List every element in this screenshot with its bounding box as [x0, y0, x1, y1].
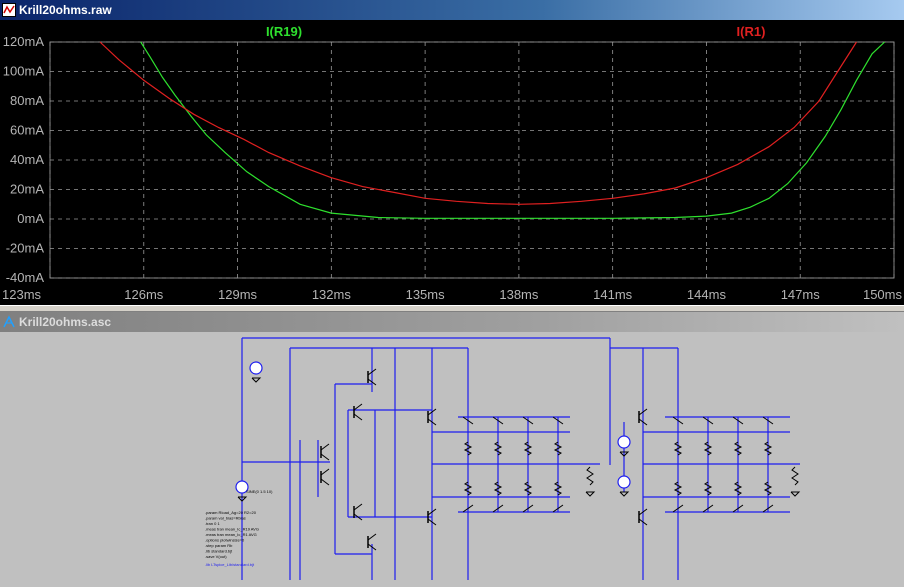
- series-label: I(R1): [737, 24, 766, 39]
- x-tick-label: 129ms: [218, 287, 258, 302]
- y-tick-label: 0mA: [17, 211, 44, 226]
- lib-directive: .lib LTspice_Lib/standard.bjt: [205, 562, 255, 567]
- x-tick-label: 135ms: [406, 287, 446, 302]
- netlist-note: .options plotwinsize=0: [205, 538, 245, 543]
- y-tick-label: 20mA: [10, 182, 44, 197]
- ground-symbol: [790, 491, 801, 497]
- netlist-note: .param Rload_Ag=20 R2=20: [205, 510, 257, 515]
- series-line-ir1: [99, 41, 858, 205]
- transistor-lead: [353, 403, 363, 411]
- voltage-sources: [235, 361, 631, 494]
- schematic-window-title: Krill20ohms.asc: [19, 315, 112, 329]
- transistor-lead: [320, 453, 330, 461]
- x-tick-label: 147ms: [781, 287, 821, 302]
- netlist-note: .step param Rb: [205, 543, 233, 548]
- schematic-components: [237, 368, 801, 551]
- y-tick-label: 60mA: [10, 123, 44, 138]
- left-amplifier-wires: [241, 337, 611, 580]
- plot-frame: [49, 41, 895, 279]
- netlist-note: .lib standard.bjt: [205, 549, 233, 554]
- source-label: SINE(0 1.5 10): [246, 489, 273, 494]
- load-resistor: [791, 466, 799, 486]
- right-amplifier-wires: [610, 347, 800, 580]
- netlist-notes: .param Rload_Ag=20 R2=20.param val_bias=…: [205, 510, 259, 559]
- transistor-lead: [320, 443, 330, 451]
- x-tick-label: 141ms: [593, 287, 633, 302]
- y-tick-label: -40mA: [6, 270, 45, 285]
- x-tick-label: 138ms: [499, 287, 539, 302]
- netlist-note: .tran 0 1: [205, 521, 220, 526]
- netlist-note: .param val_bias=Rbias: [205, 516, 246, 521]
- y-tick-label: 100mA: [3, 64, 45, 79]
- y-tick-label: 120mA: [3, 34, 45, 49]
- load-resistor: [586, 466, 594, 486]
- waveform-viewer-icon: [2, 3, 16, 17]
- transistor-lead: [353, 413, 363, 421]
- ground-symbol: [619, 491, 630, 497]
- y-tick-label: 80mA: [10, 93, 44, 108]
- transistor-lead: [367, 533, 377, 541]
- ground-symbol: [585, 491, 596, 497]
- x-tick-label: 126ms: [124, 287, 164, 302]
- schematic-window-titlebar[interactable]: Krill20ohms.asc: [0, 312, 904, 332]
- window-splitter[interactable]: [0, 305, 904, 312]
- schematic-icon: [3, 315, 15, 328]
- transistor-lead: [353, 503, 363, 511]
- netlist-note: .meas tran mean_Ic_R1 AVG: [205, 532, 257, 537]
- transistor-lead: [320, 478, 330, 486]
- netlist-note: .meas tran mean_Ic_R19 AVG: [205, 527, 259, 532]
- y-tick-label: -20mA: [6, 241, 45, 256]
- ground-symbol: [251, 377, 262, 383]
- x-tick-label: 132ms: [312, 287, 352, 302]
- waveform-chart[interactable]: 120mA 100mA 80mA 60mA 40mA 20mA 0mA -20mA -40mA 1…: [0, 20, 904, 305]
- x-tick-label: 123ms: [2, 287, 42, 302]
- schematic-drawing[interactable]: .param Rload_Ag=20 R2=20.param val_bias=…: [0, 332, 904, 582]
- netlist-note: .save V(out): [205, 554, 227, 559]
- x-tick-label: 144ms: [687, 287, 727, 302]
- waveform-window-title: Krill20ohms.raw: [19, 3, 112, 17]
- waveform-plot[interactable]: 120mA 100mA 80mA 60mA 40mA 20mA 0mA -20mA -40mA 1…: [0, 20, 904, 305]
- x-tick-label: 150ms: [863, 287, 903, 302]
- y-tick-label: 40mA: [10, 152, 44, 167]
- schematic-canvas[interactable]: .param Rload_Ag=20 R2=20 .param val_bias=…: [0, 332, 904, 582]
- transistor-lead: [320, 468, 330, 476]
- series-label: I(R19): [266, 24, 302, 39]
- waveform-window-titlebar[interactable]: Krill20ohms.raw: [0, 0, 904, 20]
